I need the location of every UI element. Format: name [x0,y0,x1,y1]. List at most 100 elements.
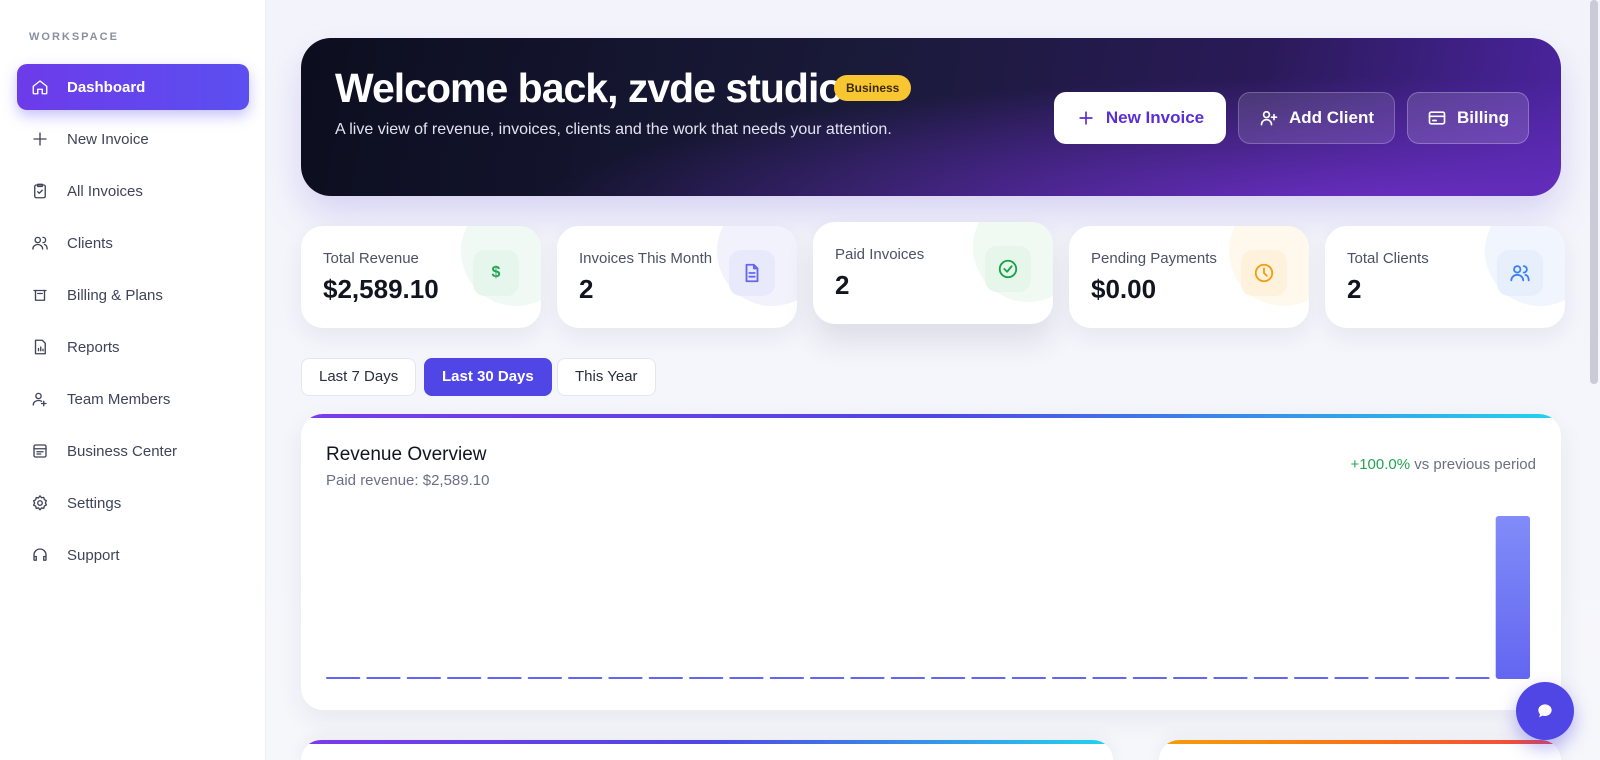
chart-bar [850,677,885,679]
bottom-card-left [301,740,1113,760]
chart-bar [1092,677,1127,679]
sidebar: WORKSPACE Dashboard New Invoice All Invo… [0,0,266,760]
chat-button[interactable] [1516,682,1574,740]
stat-label: Paid Invoices [835,246,925,263]
sidebar-item-support[interactable]: Support [17,532,249,578]
chart-bar [1495,516,1530,679]
chart-bar [890,677,925,679]
plus-icon [1079,111,1093,125]
chart-bar [1011,677,1046,679]
chart-bar [1132,677,1167,679]
sidebar-item-label: Business Center [67,442,178,460]
stat-value: 2 [579,274,594,304]
sidebar-item-label: Billing & Plans [67,286,163,304]
chart-bar [608,677,643,679]
revenue-subtitle: Paid revenue: $2,589.10 [326,472,490,489]
stat-label: Total Clients [1347,250,1429,267]
revenue-change-percent: +100.0% [1350,456,1411,473]
range-last-7-days[interactable]: Last 7 Days [301,358,417,396]
chart-bar [1334,677,1369,679]
sidebar-item-dashboard[interactable]: Dashboard [17,64,249,110]
range-last-30-days[interactable]: Last 30 Days [424,358,552,396]
clipboard-check-icon [31,182,49,200]
plus-icon [31,130,49,148]
dollar-icon: $ [473,250,519,296]
revenue-change-text: vs previous period [1410,456,1536,473]
clock-icon [1241,250,1287,296]
chart-bar [1455,677,1490,679]
stat-card-paid-invoices: Paid Invoices 2 [813,222,1053,324]
sidebar-item-label: Settings [67,494,122,512]
report-icon [31,338,49,356]
chart-bar [810,677,845,679]
sidebar-item-clients[interactable]: Clients [17,220,249,266]
sidebar-item-label: Reports [67,338,120,356]
revenue-title: Revenue Overview [326,444,487,465]
chart-bar [689,677,724,679]
sidebar-item-all-invoices[interactable]: All Invoices [17,168,249,214]
stat-label: Total Revenue [323,250,419,267]
scrollbar[interactable] [1590,0,1598,384]
sidebar-item-reports[interactable]: Reports [17,324,249,370]
stat-card-invoices-month: Invoices This Month 2 [557,226,797,328]
chart-bar [1213,677,1248,679]
revenue-overview-panel: Revenue Overview Paid revenue: $2,589.10… [301,414,1561,710]
add-client-button[interactable]: Add Client [1238,92,1395,144]
bottom-card-right [1159,740,1561,760]
chart-bar [406,677,441,679]
sidebar-item-label: Team Members [67,390,171,408]
billing-label: Billing [1457,108,1509,127]
billing-button[interactable]: Billing [1407,92,1529,144]
building-icon [31,442,49,460]
sidebar-item-team-members[interactable]: Team Members [17,376,249,422]
chart-bar [366,677,401,679]
chart-bar [769,677,804,679]
stat-value: $2,589.10 [323,274,439,304]
chart-bar [648,677,683,679]
headset-icon [31,546,49,564]
page-title: Welcome back, zvde studio [335,65,843,111]
revenue-change: +100.0% vs previous period [1350,456,1536,473]
plan-badge: Business [834,75,912,101]
sidebar-item-settings[interactable]: Settings [17,480,249,526]
chart-bar [971,677,1006,679]
check-circle-icon [985,246,1031,292]
workspace-section-label: WORKSPACE [29,31,119,43]
chat-bubble-icon [1538,704,1552,718]
chart-bar [729,677,764,679]
revenue-bar-chart [326,516,1530,679]
chart-bar [447,677,482,679]
users-icon [31,234,49,252]
sidebar-item-business-center[interactable]: Business Center [17,428,249,474]
new-invoice-button[interactable]: New Invoice [1054,92,1226,144]
welcome-banner: Welcome back, zvde studio Business A liv… [301,38,1561,196]
stat-value: $0.00 [1091,274,1157,304]
sidebar-item-label: New Invoice [67,130,149,148]
chart-bar [326,677,361,679]
panel-accent-line [301,740,1113,744]
chart-bar [1415,677,1450,679]
gear-icon [31,494,49,512]
main-content: Welcome back, zvde studio Business A liv… [266,0,1600,760]
chart-bar [568,677,603,679]
chart-bar [1374,677,1409,679]
team-icon [31,390,49,408]
chart-bar [1173,677,1208,679]
sidebar-nav: Dashboard New Invoice All Invoices Clien… [17,64,249,584]
stat-card-pending-payments: Pending Payments $0.00 [1069,226,1309,328]
new-invoice-label: New Invoice [1105,108,1205,127]
credit-card-icon [1428,111,1446,125]
sidebar-item-label: Support [67,546,120,564]
sidebar-item-label: Dashboard [67,78,146,96]
sidebar-item-billing-plans[interactable]: Billing & Plans [17,272,249,318]
billing-icon [31,286,49,304]
stat-card-total-clients: Total Clients 2 [1325,226,1565,328]
welcome-subtitle: A live view of revenue, invoices, client… [335,121,892,138]
sidebar-item-new-invoice[interactable]: New Invoice [17,116,249,162]
stat-value: 2 [835,270,850,300]
panel-accent-line [301,414,1561,418]
chart-bar [931,677,966,679]
sidebar-item-label: Clients [67,234,113,252]
range-this-year[interactable]: This Year [557,358,656,396]
chart-bar [1052,677,1087,679]
